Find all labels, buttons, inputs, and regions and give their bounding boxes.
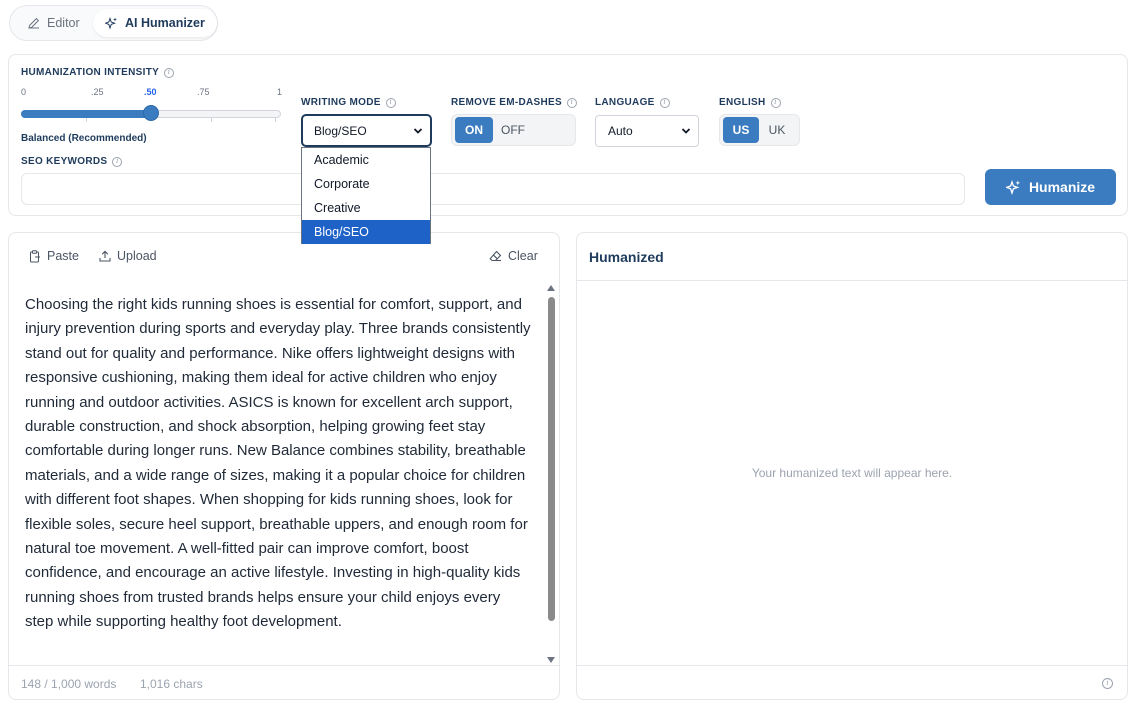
info-icon[interactable]: i [659,97,670,108]
slider-minor-tick [211,118,212,122]
scroll-up-arrow[interactable] [547,285,555,291]
writing-mode-dropdown: Academic Corporate Creative Blog/SEO [301,147,431,244]
seo-keywords-input[interactable] [21,173,965,205]
english-toggle: US UK [719,114,800,146]
writing-mode-select[interactable]: Blog/SEO [301,114,432,147]
language-value: Auto [608,124,633,138]
editor-scrollbar[interactable] [546,285,556,663]
humanize-button-label: Humanize [1028,179,1096,195]
paste-label: Paste [47,249,79,263]
chevron-down-icon [681,128,691,134]
slider-tick-label: .50 [144,87,157,97]
info-icon[interactable]: i [385,97,396,108]
pencil-icon [28,17,40,29]
seo-keywords-label: SEO KEYWORDS i [21,156,123,167]
english-label: ENGLISH i [719,97,781,108]
info-icon[interactable]: i [770,97,781,108]
scroll-down-arrow[interactable] [547,657,555,663]
clipboard-icon [30,249,40,262]
output-title: Humanized [589,249,664,265]
output-footer: i [577,665,1127,699]
info-icon[interactable]: i [1102,678,1113,689]
clear-label: Clear [508,249,538,263]
english-us[interactable]: US [723,117,759,143]
slider-tick-label: 0 [21,87,27,97]
input-footer: 148 / 1,000 words 1,016 chars [9,665,559,699]
writing-mode-label-text: WRITING MODE [301,97,381,108]
em-dashes-toggle: ON OFF [451,114,576,146]
output-panel: Humanized Your humanized text will appea… [576,232,1128,700]
settings-panel: HUMANIZATION INTENSITY i 0 .25 .50 .75 1… [8,54,1128,216]
divider [577,280,1127,281]
language-label: LANGUAGE i [595,97,670,108]
tab-ai-humanizer-label: AI Humanizer [125,16,205,30]
mode-switch: Editor AI Humanizer [9,5,218,41]
dropdown-option-academic[interactable]: Academic [302,148,430,172]
upload-button[interactable]: Upload [99,249,157,263]
em-dashes-label: REMOVE EM-DASHES i [451,97,577,108]
slider-minor-tick [86,118,87,122]
intensity-label-text: HUMANIZATION INTENSITY [21,67,160,78]
eraser-icon [489,250,502,262]
em-dashes-label-text: REMOVE EM-DASHES [451,97,562,108]
tab-editor-label: Editor [47,16,80,30]
sparkles-icon [105,16,117,30]
output-placeholder: Your humanized text will appear here. [751,466,953,480]
slider-minor-tick [275,118,276,122]
writing-mode-label: WRITING MODE i [301,97,396,108]
clear-button[interactable]: Clear [489,249,538,263]
em-dashes-on[interactable]: ON [455,117,493,143]
language-label-text: LANGUAGE [595,97,655,108]
slider-tick-label: .75 [197,87,210,97]
intensity-label: HUMANIZATION INTENSITY i [21,67,175,78]
info-icon[interactable]: i [112,156,123,167]
em-dashes-off[interactable]: OFF [493,117,533,143]
intensity-caption: Balanced (Recommended) [21,133,147,144]
english-uk[interactable]: UK [759,117,795,143]
writing-mode-value: Blog/SEO [314,123,367,138]
language-select[interactable]: Auto [595,115,699,147]
english-label-text: ENGLISH [719,97,766,108]
slider-tick-label: 1 [277,87,283,97]
word-count: 148 / 1,000 words [21,677,117,691]
input-panel: Paste Upload Clear Choosing the right ki… [8,232,560,700]
sparkles-icon [1005,179,1021,195]
scrollbar-thumb[interactable] [548,297,555,621]
char-count: 1,016 chars [140,677,203,691]
tab-editor[interactable]: Editor [16,9,92,37]
info-icon[interactable]: i [164,67,175,78]
paste-button[interactable]: Paste [29,249,79,263]
dropdown-option-creative[interactable]: Creative [302,196,430,220]
info-icon[interactable]: i [566,97,577,108]
upload-icon [99,250,111,262]
seo-keywords-label-text: SEO KEYWORDS [21,156,108,167]
chevron-down-icon [413,128,423,134]
slider-tick-label: .25 [91,87,104,97]
input-textarea[interactable]: Choosing the right kids running shoes is… [25,293,531,635]
dropdown-option-blog-seo[interactable]: Blog/SEO [302,220,430,244]
intensity-slider-thumb[interactable] [143,105,159,121]
tab-ai-humanizer[interactable]: AI Humanizer [93,9,217,37]
humanize-button[interactable]: Humanize [985,169,1116,205]
upload-label: Upload [117,249,157,263]
intensity-slider-fill [21,110,151,118]
dropdown-option-corporate[interactable]: Corporate [302,172,430,196]
